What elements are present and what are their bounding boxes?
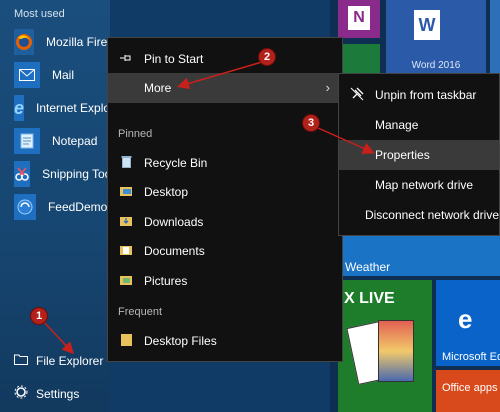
list-item-label: Desktop	[144, 185, 189, 199]
app-snipping-tool[interactable]: Snipping Tool	[14, 160, 114, 188]
frequent-heading: Frequent	[118, 306, 163, 318]
step-3-badge: 3	[302, 114, 320, 132]
word-tile[interactable]: W Word 2016	[386, 0, 486, 76]
pin-icon	[108, 53, 144, 66]
weather-tile[interactable]: Weather	[338, 236, 500, 276]
list-item-label: Downloads	[144, 215, 204, 229]
edge-label: Microsoft Ed	[442, 351, 500, 363]
submenu-label: Map network drive	[375, 178, 474, 192]
recycle-bin-icon	[108, 155, 144, 171]
frequent-desktop-files[interactable]: Desktop Files	[108, 326, 342, 356]
file-explorer-label: File Explorer	[36, 354, 104, 368]
app-label: FeedDemon	[47, 200, 114, 214]
desktop-folder-icon	[108, 185, 144, 199]
word-icon: W	[414, 10, 440, 40]
app-label: Snipping Tool	[42, 167, 114, 181]
word-caption: Word 2016	[411, 60, 461, 71]
gear-icon	[14, 385, 28, 404]
app-feeddemon[interactable]: FeedDemon	[14, 193, 114, 221]
submenu-label: Manage	[375, 118, 419, 132]
list-item-label: Desktop Files	[144, 334, 217, 348]
jump-list-context-menu: Pin to Start More › Pinned Recycle Bin D…	[107, 37, 343, 362]
playing-card-king	[378, 320, 414, 382]
app-mail[interactable]: Mail	[14, 61, 114, 89]
edge-icon: e	[458, 304, 473, 334]
more-item[interactable]: More ›	[108, 73, 342, 103]
app-label: Mail	[52, 68, 75, 82]
pictures-folder-icon	[108, 274, 144, 288]
internet-explorer-icon: e	[14, 95, 25, 121]
list-item-label: Documents	[144, 244, 205, 258]
folder-icon	[14, 352, 28, 370]
list-item-label: Pictures	[144, 274, 188, 288]
partial-tile[interactable]	[490, 0, 500, 76]
step-1-badge: 1	[30, 307, 48, 325]
folder-icon	[108, 333, 144, 349]
pinned-downloads[interactable]: Downloads	[108, 207, 342, 237]
xbox-live-label: X LIVE	[344, 290, 395, 307]
app-firefox[interactable]: Mozilla Firefox	[14, 28, 123, 56]
disconnect-network-drive-item[interactable]: Disconnect network drive	[339, 200, 499, 230]
most-used-heading: Most used	[14, 8, 65, 20]
pin-to-start-item[interactable]: Pin to Start	[108, 44, 342, 74]
pinned-recycle-bin[interactable]: Recycle Bin	[108, 148, 342, 178]
submenu-label: Disconnect network drive	[364, 208, 499, 222]
firefox-icon	[14, 29, 34, 55]
app-notepad[interactable]: Notepad	[14, 127, 114, 155]
snipping-tool-icon	[14, 161, 31, 187]
unpin-icon	[339, 87, 375, 104]
manage-item[interactable]: Manage	[339, 110, 499, 140]
step-2-badge: 2	[258, 48, 276, 66]
edge-tile[interactable]: e Microsoft Ed	[436, 280, 500, 366]
pinned-documents[interactable]: Documents	[108, 236, 342, 266]
file-explorer-item[interactable]: File Explorer	[14, 350, 103, 372]
settings-item[interactable]: Settings	[14, 383, 79, 405]
app-internet-explorer[interactable]: e Internet Explorer	[14, 94, 125, 122]
submenu-label: Unpin from taskbar	[375, 88, 477, 102]
feeddemon-icon	[14, 194, 36, 220]
mail-icon	[14, 62, 40, 88]
more-label: More	[144, 81, 172, 95]
submenu-label: Properties	[375, 148, 430, 162]
pinned-desktop[interactable]: Desktop	[108, 177, 342, 207]
start-menu-left-pane: Most used Mozilla Firefox Mail e Interne…	[0, 0, 125, 412]
office-label: Office apps	[442, 382, 498, 394]
documents-folder-icon	[108, 244, 144, 258]
onenote-icon: N	[348, 6, 370, 30]
office-tile[interactable]: Office apps	[436, 370, 500, 412]
settings-label: Settings	[36, 387, 80, 401]
pinned-pictures[interactable]: Pictures	[108, 266, 342, 296]
onenote-tile[interactable]: N	[338, 0, 380, 38]
app-label: Notepad	[52, 134, 98, 148]
pinned-heading: Pinned	[118, 128, 153, 140]
xbox-solitaire-tile[interactable]: X LIVE	[338, 280, 432, 412]
properties-item[interactable]: Properties	[339, 140, 499, 170]
downloads-folder-icon	[108, 215, 144, 229]
map-network-drive-item[interactable]: Map network drive	[339, 170, 499, 200]
unpin-from-taskbar-item[interactable]: Unpin from taskbar	[339, 80, 499, 110]
more-submenu: Unpin from taskbar Manage Properties Map…	[338, 73, 500, 236]
notepad-icon	[14, 128, 40, 154]
chevron-right-icon: ›	[325, 80, 330, 95]
weather-label: Weather	[345, 260, 391, 274]
pin-to-start-label: Pin to Start	[144, 52, 204, 66]
list-item-label: Recycle Bin	[144, 156, 208, 170]
